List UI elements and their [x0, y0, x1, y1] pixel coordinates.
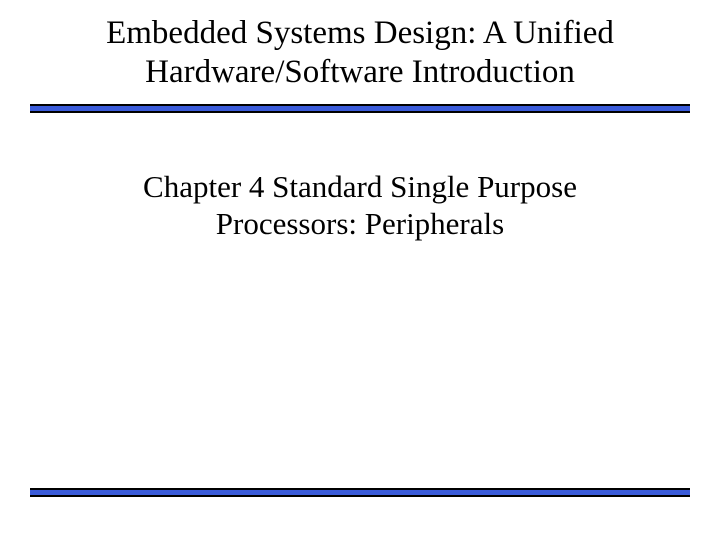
- slide: Embedded Systems Design: A Unified Hardw…: [0, 0, 720, 540]
- subtitle-line-1: Chapter 4 Standard Single Purpose: [143, 169, 577, 204]
- slide-title: Embedded Systems Design: A Unified Hardw…: [0, 14, 720, 92]
- slide-subtitle: Chapter 4 Standard Single Purpose Proces…: [0, 168, 720, 242]
- title-line-1: Embedded Systems Design: A Unified: [106, 15, 614, 51]
- subtitle-line-2: Processors: Peripherals: [216, 206, 504, 241]
- title-line-2: Hardware/Software Introduction: [145, 54, 575, 90]
- top-divider: [30, 104, 690, 113]
- bottom-divider: [30, 488, 690, 497]
